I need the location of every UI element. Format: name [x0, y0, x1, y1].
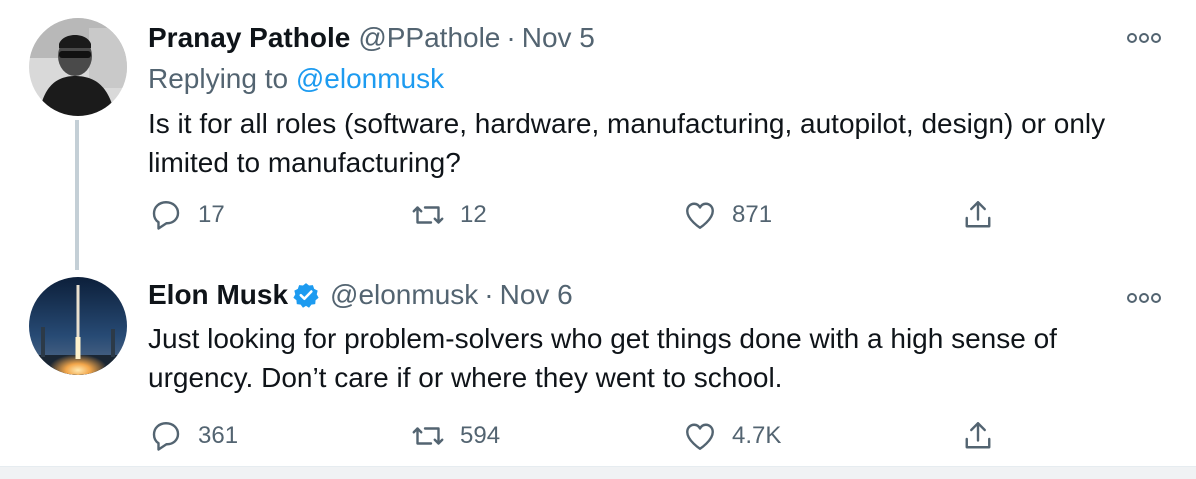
reply-icon	[152, 201, 180, 230]
retweet-count: 12	[460, 201, 487, 228]
author-name[interactable]: Pranay Pathole	[148, 20, 350, 56]
replying-prefix: Replying to	[148, 63, 289, 94]
tweet-date[interactable]: Nov 6	[500, 277, 573, 313]
share-icon	[965, 201, 991, 228]
separator-dot: ·	[484, 279, 494, 310]
reply-icon	[152, 422, 180, 451]
author-handle[interactable]: @PPathole	[358, 20, 500, 56]
like-button[interactable]: 4.7K	[682, 416, 781, 456]
tweet-elon[interactable]: Elon Musk @elonmusk · Nov 6 Just looking…	[0, 260, 1196, 466]
avatar[interactable]	[29, 277, 127, 375]
retweet-icon	[412, 427, 444, 445]
reply-button[interactable]: 17	[148, 195, 225, 235]
like-button[interactable]: 871	[682, 195, 772, 235]
tweet-actions: 361 594 4.7K	[148, 416, 1048, 456]
retweet-count: 594	[460, 422, 501, 449]
replying-mention-link[interactable]: @elonmusk	[296, 63, 444, 94]
share-button[interactable]	[960, 195, 996, 235]
tweet-date[interactable]: Nov 5	[522, 20, 595, 56]
share-icon	[965, 422, 991, 449]
bottom-divider	[0, 466, 1196, 479]
tweet-text: Just looking for problem-solvers who get…	[148, 323, 1057, 393]
share-button[interactable]	[960, 416, 996, 456]
verified-badge-icon	[293, 283, 319, 308]
author-handle[interactable]: @elonmusk	[330, 277, 478, 313]
more-icon[interactable]	[1126, 31, 1162, 43]
tweet-header: Pranay Pathole @PPathole · Nov 5	[148, 20, 595, 56]
more-icon[interactable]	[1126, 291, 1162, 303]
tweet-reply-pranay[interactable]: Pranay Pathole @PPathole · Nov 5 Replyin…	[0, 0, 1196, 250]
retweet-icon	[412, 206, 444, 224]
avatar[interactable]	[29, 18, 127, 116]
retweet-button[interactable]: 12	[410, 195, 487, 235]
tweet-actions: 17 12 871	[148, 195, 1048, 235]
retweet-button[interactable]: 594	[410, 416, 500, 456]
separator-dot: ·	[506, 22, 516, 53]
reply-button[interactable]: 361	[148, 416, 238, 456]
like-count: 871	[732, 201, 773, 228]
tweet-header: Elon Musk @elonmusk · Nov 6	[148, 277, 573, 313]
reply-count: 361	[198, 422, 239, 449]
heart-icon	[686, 423, 714, 450]
author-name[interactable]: Elon Musk	[148, 277, 288, 313]
reply-count: 17	[198, 201, 225, 228]
tweet-text: Is it for all roles (software, hardware,…	[148, 108, 1106, 178]
replying-to-line: Replying to @elonmusk	[148, 61, 444, 97]
like-count: 4.7K	[732, 422, 782, 449]
heart-icon	[686, 202, 714, 229]
